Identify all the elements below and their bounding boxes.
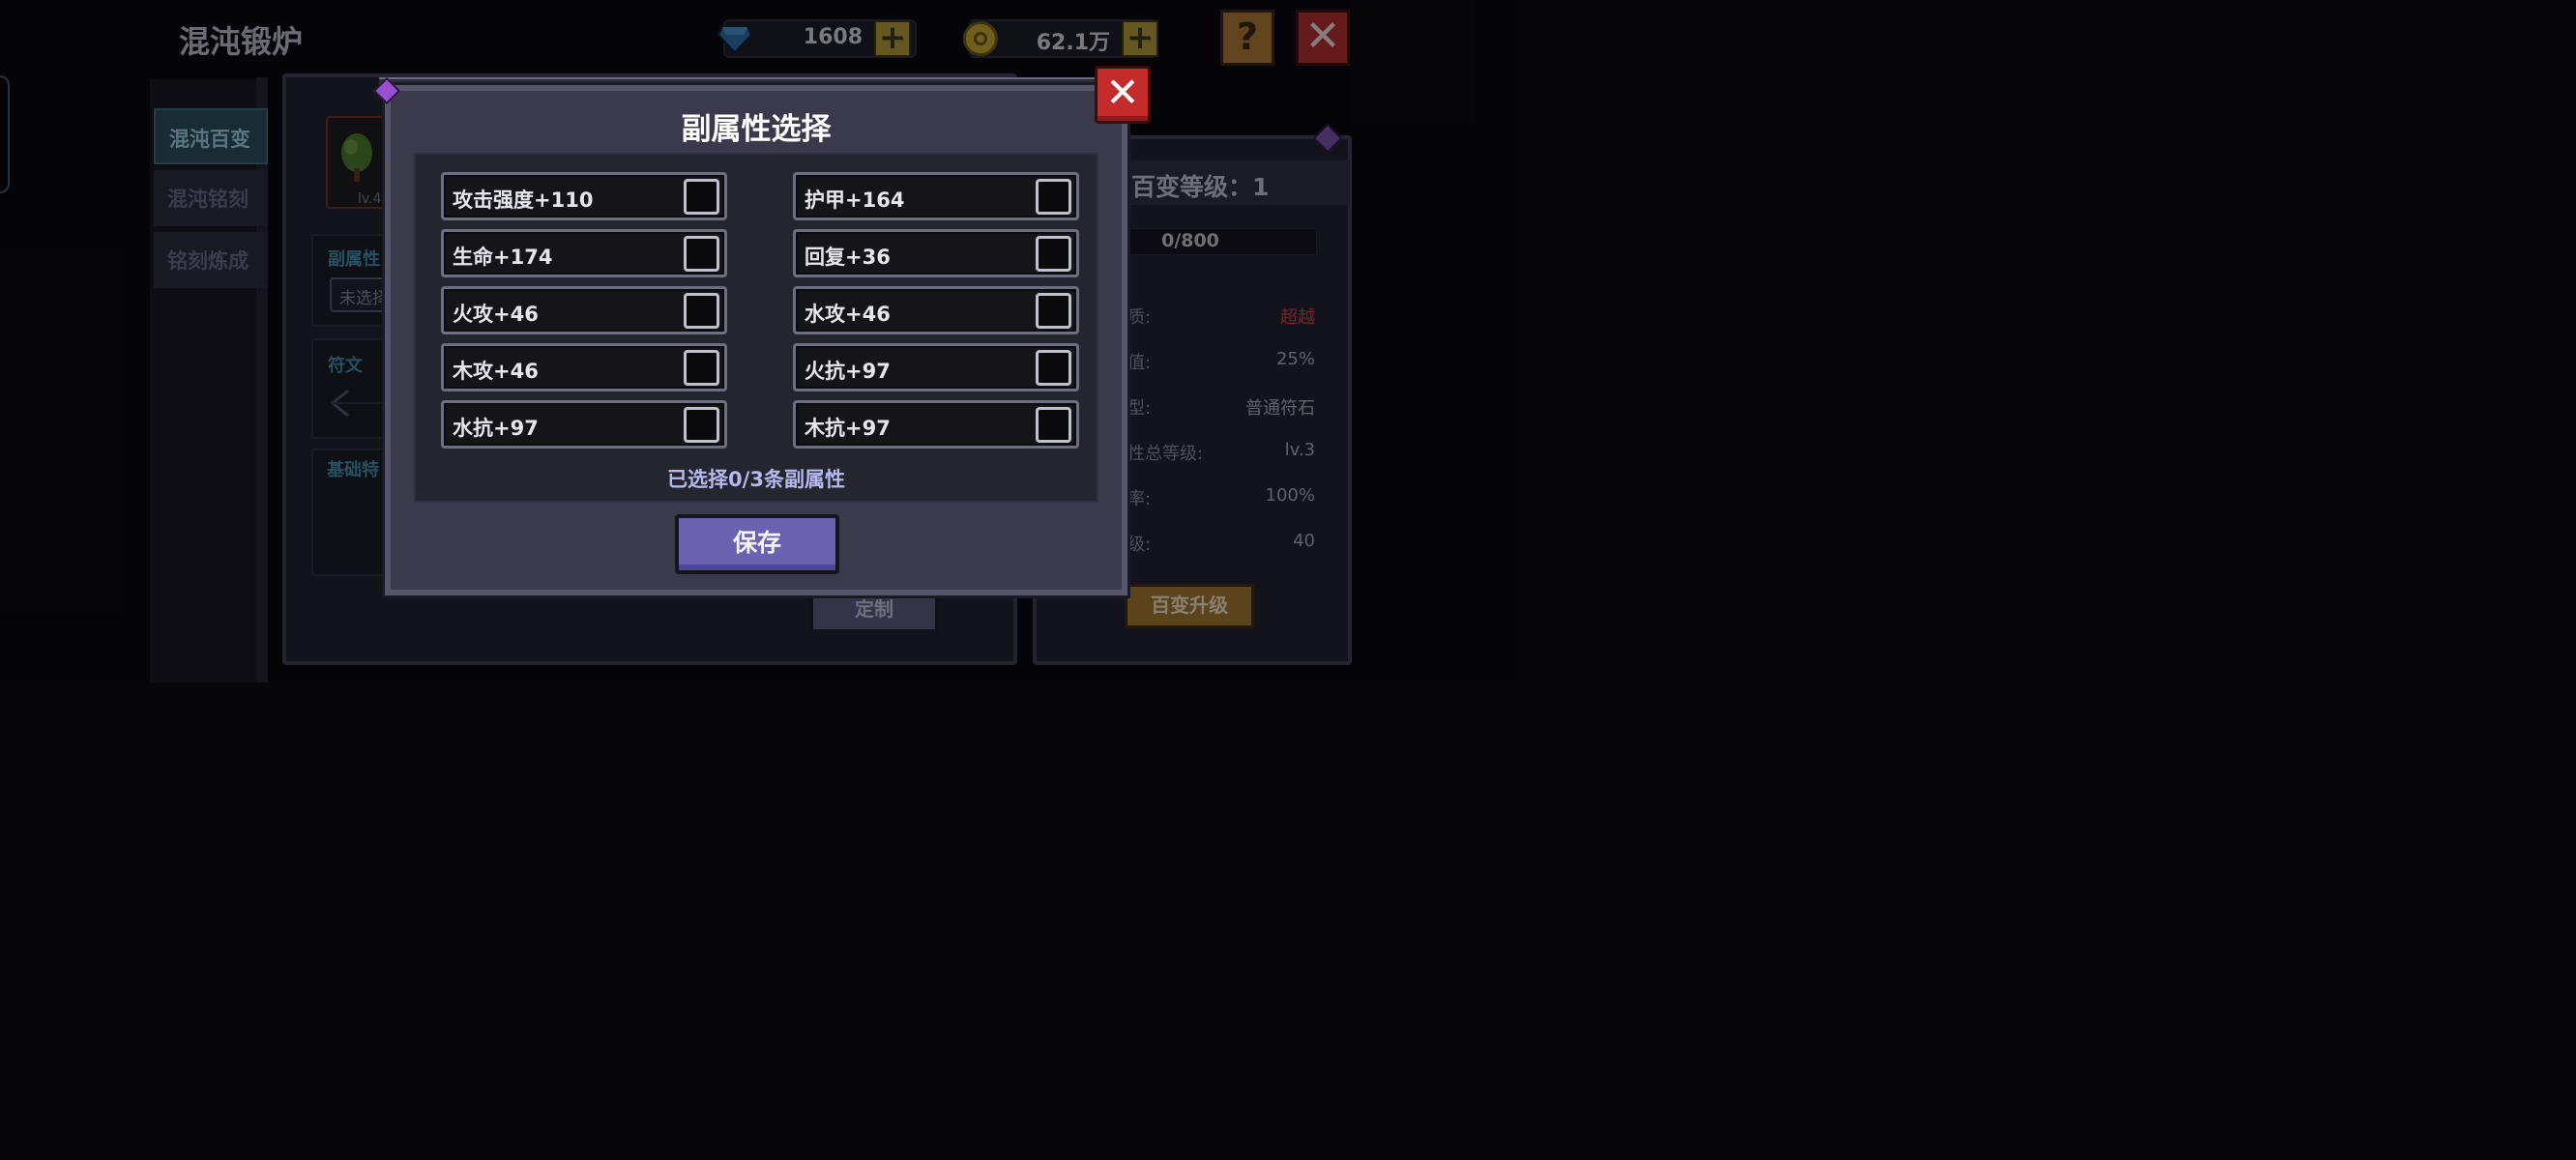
dialog-title: 副属性选择 [681, 112, 832, 147]
option-fire-resist[interactable]: 火抗+97 [793, 343, 1079, 392]
option-health[interactable]: 生命+174 [441, 229, 727, 277]
option-checkbox[interactable] [684, 350, 719, 386]
close-dialog-button[interactable]: ✕ [1095, 66, 1151, 124]
close-icon: ✕ [1105, 69, 1140, 116]
option-wood-resist[interactable]: 木抗+97 [793, 400, 1079, 449]
option-checkbox[interactable] [1036, 236, 1071, 272]
option-label: 水抗+97 [453, 417, 539, 440]
option-label: 攻击强度+110 [453, 188, 594, 212]
option-checkbox[interactable] [1036, 350, 1071, 386]
option-label: 护甲+164 [805, 188, 905, 212]
option-armor[interactable]: 护甲+164 [793, 172, 1079, 220]
selection-count: 已选择0/3条副属性 [667, 468, 845, 491]
option-label: 回复+36 [805, 246, 891, 269]
option-attack-power[interactable]: 攻击强度+110 [441, 172, 727, 220]
option-checkbox[interactable] [1036, 179, 1071, 215]
option-checkbox[interactable] [684, 407, 719, 443]
option-checkbox[interactable] [1036, 407, 1071, 443]
option-checkbox[interactable] [684, 293, 719, 329]
option-regen[interactable]: 回复+36 [793, 229, 1079, 277]
option-wood-attack[interactable]: 木攻+46 [441, 343, 727, 392]
option-label: 木攻+46 [453, 360, 539, 383]
option-label: 火攻+46 [453, 303, 539, 326]
option-fire-attack[interactable]: 火攻+46 [441, 286, 727, 334]
option-water-resist[interactable]: 水抗+97 [441, 400, 727, 449]
option-label: 生命+174 [453, 246, 553, 269]
option-label: 火抗+97 [805, 360, 891, 383]
option-label: 木抗+97 [805, 417, 891, 440]
option-label: 水攻+46 [805, 303, 891, 326]
option-checkbox[interactable] [684, 179, 719, 215]
save-button[interactable]: 保存 [675, 514, 839, 574]
option-water-attack[interactable]: 水攻+46 [793, 286, 1079, 334]
option-checkbox[interactable] [684, 236, 719, 272]
option-checkbox[interactable] [1036, 293, 1071, 329]
